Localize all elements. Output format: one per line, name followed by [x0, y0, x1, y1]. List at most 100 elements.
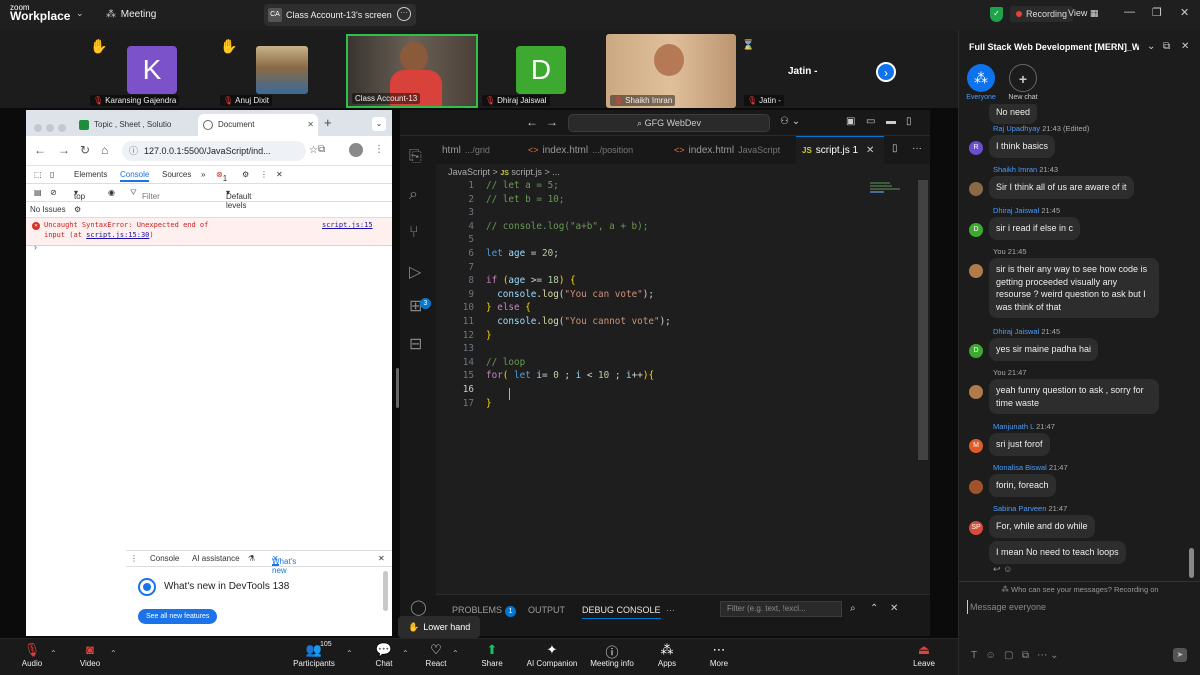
close-panel-icon[interactable]: ✕ — [890, 603, 898, 614]
site-info-icon[interactable]: ⓘ — [129, 141, 138, 161]
active-speaker-tile[interactable]: Class Account-13 — [346, 34, 478, 108]
settings-gear-icon[interactable]: ⚙ — [74, 205, 81, 214]
split-editor-icon[interactable]: ▯ — [892, 143, 898, 154]
toggle-secondary-sidebar-icon[interactable]: ▯ — [906, 116, 912, 127]
bookmark-star-icon[interactable]: ☆ — [309, 141, 318, 161]
account-icon[interactable]: ◯ — [410, 598, 427, 616]
format-text-icon[interactable]: T — [971, 650, 977, 661]
ai-companion-button[interactable]: ✦ AI Companion — [522, 642, 582, 668]
drawer-scrollbar[interactable] — [383, 571, 388, 611]
close-icon[interactable]: ✕ — [1181, 41, 1189, 52]
run-debug-icon[interactable]: ▷ — [409, 262, 421, 282]
toggle-sidebar-icon[interactable]: ▭ — [866, 116, 875, 127]
reload-icon[interactable]: ↻ — [80, 143, 90, 157]
chat-message-input[interactable]: Message everyone — [967, 600, 1167, 614]
participants-button[interactable]: 👥 105 Participants — [284, 641, 344, 668]
tab-topic-sheet[interactable]: Topic , Sheet , Solutio — [74, 114, 198, 136]
chat-visibility-notice[interactable]: ⁂ Who can see your messages? Recording o… — [959, 581, 1200, 594]
lower-hand-button[interactable]: ✋ Lower hand — [398, 616, 481, 638]
close-drawer-icon[interactable]: ✕ — [378, 554, 385, 563]
share-button[interactable]: ⬆ Share — [462, 642, 522, 668]
see-all-features-button[interactable]: See all new features — [138, 609, 218, 624]
more-panel-tabs-icon[interactable]: ··· — [666, 605, 675, 615]
tab-sources[interactable]: Sources — [162, 170, 191, 179]
shield-icon[interactable]: ✓ — [990, 7, 1003, 22]
tab-position-html[interactable]: <> index.html .../position — [522, 136, 668, 164]
clear-console-icon[interactable]: ⊘ — [50, 188, 57, 197]
new-tab-button[interactable]: + — [324, 115, 332, 130]
emoji-icon[interactable]: ☺ — [1003, 564, 1012, 574]
address-bar[interactable]: ⓘ 127.0.0.1:5500/JavaScript/ind... ☆ — [122, 141, 318, 161]
maximize-dot[interactable] — [58, 124, 66, 132]
explorer-icon[interactable]: ⎘ — [409, 148, 422, 166]
search-icon[interactable]: ⌕ — [409, 186, 418, 204]
message-actions[interactable]: ↩ ☺ — [993, 564, 1012, 575]
editor-scrollbar[interactable] — [918, 180, 928, 460]
file-icon[interactable]: ▢ — [1004, 650, 1013, 661]
console-filter-input[interactable]: ⛛ Filter — [130, 186, 212, 201]
drawer-menu-icon[interactable]: ⋮ — [130, 554, 138, 563]
home-icon[interactable]: ⌂ — [101, 143, 108, 157]
tab-drawer-console[interactable]: Console — [150, 554, 179, 563]
forward-icon[interactable]: → — [546, 115, 558, 129]
tab-console[interactable]: Console — [120, 170, 150, 182]
sidebar-toggle-icon[interactable]: ▤ — [34, 188, 42, 197]
meeting-info-button[interactable]: ⓘ Meeting info — [582, 642, 642, 668]
close-icon[interactable]: ✕ — [1180, 6, 1189, 19]
error-location-link[interactable]: script.js:15:30 — [86, 231, 149, 239]
view-button[interactable]: View ▦ — [1068, 8, 1098, 19]
close-devtools-icon[interactable]: ✕ — [276, 170, 283, 179]
close-icon[interactable]: ✕ — [866, 145, 874, 156]
split-handle[interactable] — [396, 368, 399, 408]
tab-output[interactable]: OUTPUT — [528, 605, 565, 615]
apps-button[interactable]: ⁂ Apps — [637, 642, 697, 668]
chevron-down-icon[interactable]: ⌄ — [76, 8, 84, 19]
tab-document[interactable]: Document ✕ — [198, 114, 318, 136]
copilot-icon[interactable]: ⚇ ⌄ — [780, 116, 800, 127]
breadcrumb[interactable]: JavaScript > JS script.js > ... — [436, 164, 930, 180]
participants-chevron[interactable]: ⌃ — [346, 649, 353, 658]
error-source-link[interactable]: script.js:15 — [322, 221, 373, 229]
video-options-chevron[interactable]: ⌃ — [110, 649, 117, 658]
more-options-icon[interactable]: ⋯ ⌄ — [1037, 650, 1058, 661]
minimize-icon[interactable]: — — [1124, 6, 1135, 18]
screen-share-indicator[interactable]: CA Class Account-13's screen ··· — [264, 4, 416, 26]
tab-script-js[interactable]: JS script.js 1 ✕ — [796, 136, 884, 164]
menu-icon[interactable]: ⋮ — [374, 144, 384, 155]
participant-tile[interactable]: D 🎙 Dhiraj Jaiswal — [478, 34, 606, 108]
chevron-up-icon[interactable]: ⌃ — [870, 603, 878, 614]
console-prompt[interactable]: › — [34, 242, 37, 252]
next-page-button[interactable]: › — [876, 62, 896, 82]
more-options-icon[interactable]: ··· — [397, 7, 411, 21]
code-editor[interactable]: 1 2 3 4 5 6 7 8 9 10 11 12 13 14 15 16 1… — [436, 180, 918, 460]
recording-indicator[interactable]: Recording — [1010, 6, 1074, 22]
reply-icon[interactable]: ↩ — [993, 564, 1001, 574]
more-tabs-icon[interactable]: » — [201, 170, 205, 179]
tab-grid-html[interactable]: html .../grid — [436, 136, 522, 164]
clear-filter-icon[interactable]: ⌕ — [850, 603, 856, 614]
close-icon[interactable]: ✕ — [307, 114, 314, 136]
tab-js-index-html[interactable]: <> index.html JavaScript — [668, 136, 792, 164]
log-levels-select[interactable]: Default levels ▾ — [226, 188, 251, 210]
chat-message-list[interactable]: No need R Raj Upadhyay 21:43 (Edited) I … — [959, 104, 1200, 584]
remote-explorer-icon[interactable]: ⊟ — [409, 334, 422, 354]
screenshot-icon[interactable]: ⧉ — [1022, 650, 1029, 661]
device-toolbar-icon[interactable]: ▯ — [50, 170, 54, 179]
new-chat-tab[interactable]: + New chat — [1003, 64, 1043, 101]
error-count-badge[interactable]: ⊗ 1 — [216, 170, 227, 183]
close-dot[interactable] — [34, 124, 42, 132]
participant-tile[interactable]: 🎙 Shaikh Imran — [606, 34, 736, 108]
react-chevron[interactable]: ⌃ — [452, 649, 459, 658]
tab-whats-new[interactable]: What's new ✕ — [272, 554, 296, 575]
audio-options-chevron[interactable]: ⌃ — [50, 649, 57, 658]
toggle-panel-icon[interactable]: ▬ — [886, 116, 896, 127]
source-control-icon[interactable]: ⑂ — [409, 224, 419, 242]
eye-icon[interactable]: ◉ — [108, 188, 115, 197]
leave-button[interactable]: ⏏ Leave — [894, 642, 954, 668]
tab-elements[interactable]: Elements — [74, 170, 107, 179]
profile-avatar[interactable] — [349, 143, 363, 157]
maximize-icon[interactable]: ❐ — [1152, 6, 1162, 19]
participant-tile[interactable]: 🎙 Anuj Dixit — [216, 34, 346, 108]
command-center[interactable]: ⌕ GFG WebDev — [568, 114, 770, 132]
chat-scrollbar[interactable] — [1189, 548, 1194, 578]
